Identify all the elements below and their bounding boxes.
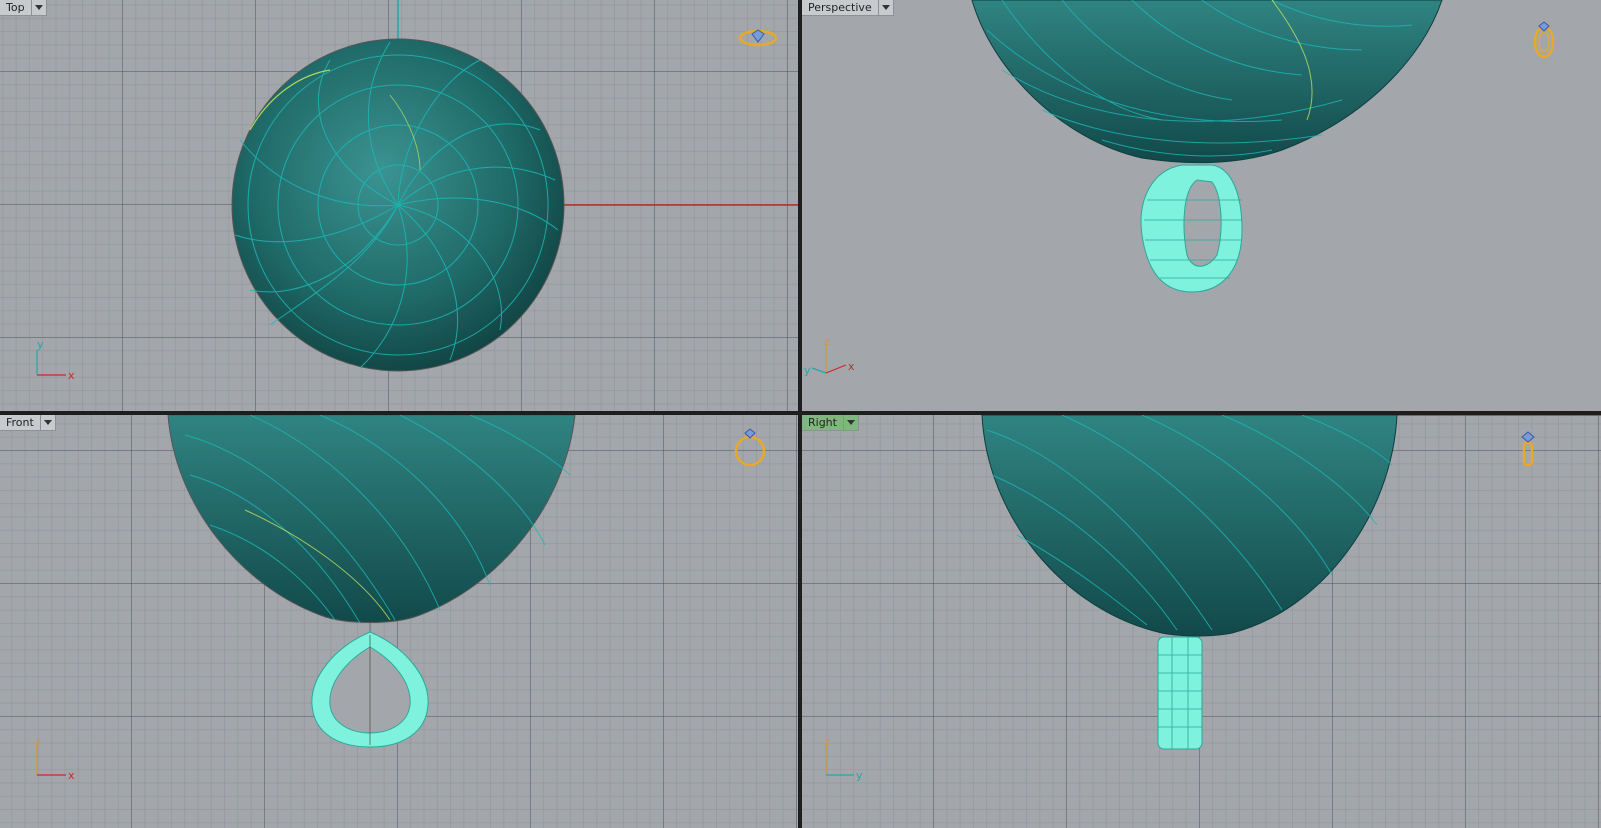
axis-indicator	[811, 345, 847, 374]
ring-navigation-icon[interactable]	[734, 428, 766, 467]
perspective-view-canvas[interactable]: z y x	[802, 0, 1601, 411]
right-viewport-tab[interactable]: Right	[802, 415, 859, 431]
ring-navigation-icon[interactable]	[1533, 21, 1555, 59]
bail-loop-front[interactable]	[311, 631, 429, 748]
front-viewport-title[interactable]: Front	[0, 415, 41, 431]
right-viewport[interactable]: Right z y	[802, 415, 1601, 828]
axis-indicator	[36, 350, 66, 376]
chevron-down-icon[interactable]	[31, 0, 47, 16]
top-viewport-tab[interactable]: Top	[0, 0, 47, 16]
axis-label-y: y	[37, 338, 44, 351]
perspective-viewport[interactable]: Perspective z y x	[802, 0, 1601, 411]
front-viewport-tab[interactable]: Front	[0, 415, 56, 431]
right-view-canvas[interactable]: z y	[802, 415, 1601, 828]
perspective-viewport-title[interactable]: Perspective	[802, 0, 879, 16]
bail-loop-perspective[interactable]	[1140, 164, 1243, 293]
axis-label-z: z	[824, 735, 830, 748]
front-view-canvas[interactable]: z x	[0, 415, 798, 828]
chevron-down-icon[interactable]	[843, 415, 859, 431]
chevron-down-icon[interactable]	[878, 0, 894, 16]
pendant-model-top[interactable]	[231, 38, 565, 372]
pendant-model-perspective[interactable]	[971, 0, 1443, 164]
pendant-model-front[interactable]	[167, 415, 576, 624]
top-view-canvas[interactable]: y x	[0, 0, 798, 411]
axis-label-x: x	[848, 360, 855, 373]
front-viewport[interactable]: Front z x	[0, 415, 798, 828]
axis-label-z: z	[35, 735, 41, 748]
axis-label-z: z	[824, 335, 830, 348]
pendant-model-right[interactable]	[981, 415, 1398, 637]
chevron-down-icon[interactable]	[40, 415, 56, 431]
axis-label-x: x	[68, 369, 75, 382]
axis-indicator	[36, 745, 66, 776]
top-viewport-title[interactable]: Top	[0, 0, 32, 16]
viewport-grid: Top y x Perspective z y x Front z x Righ…	[0, 0, 1601, 828]
ring-navigation-icon[interactable]	[738, 29, 778, 47]
bail-loop-right[interactable]	[1157, 636, 1203, 750]
axis-label-y: y	[804, 364, 811, 377]
axis-label-x: x	[68, 769, 75, 782]
axis-label-y: y	[856, 769, 863, 782]
top-viewport[interactable]: Top y x	[0, 0, 798, 411]
ring-navigation-icon[interactable]	[1521, 431, 1535, 467]
axis-indicator	[825, 745, 854, 776]
right-viewport-title[interactable]: Right	[802, 415, 844, 431]
perspective-viewport-tab[interactable]: Perspective	[802, 0, 894, 16]
